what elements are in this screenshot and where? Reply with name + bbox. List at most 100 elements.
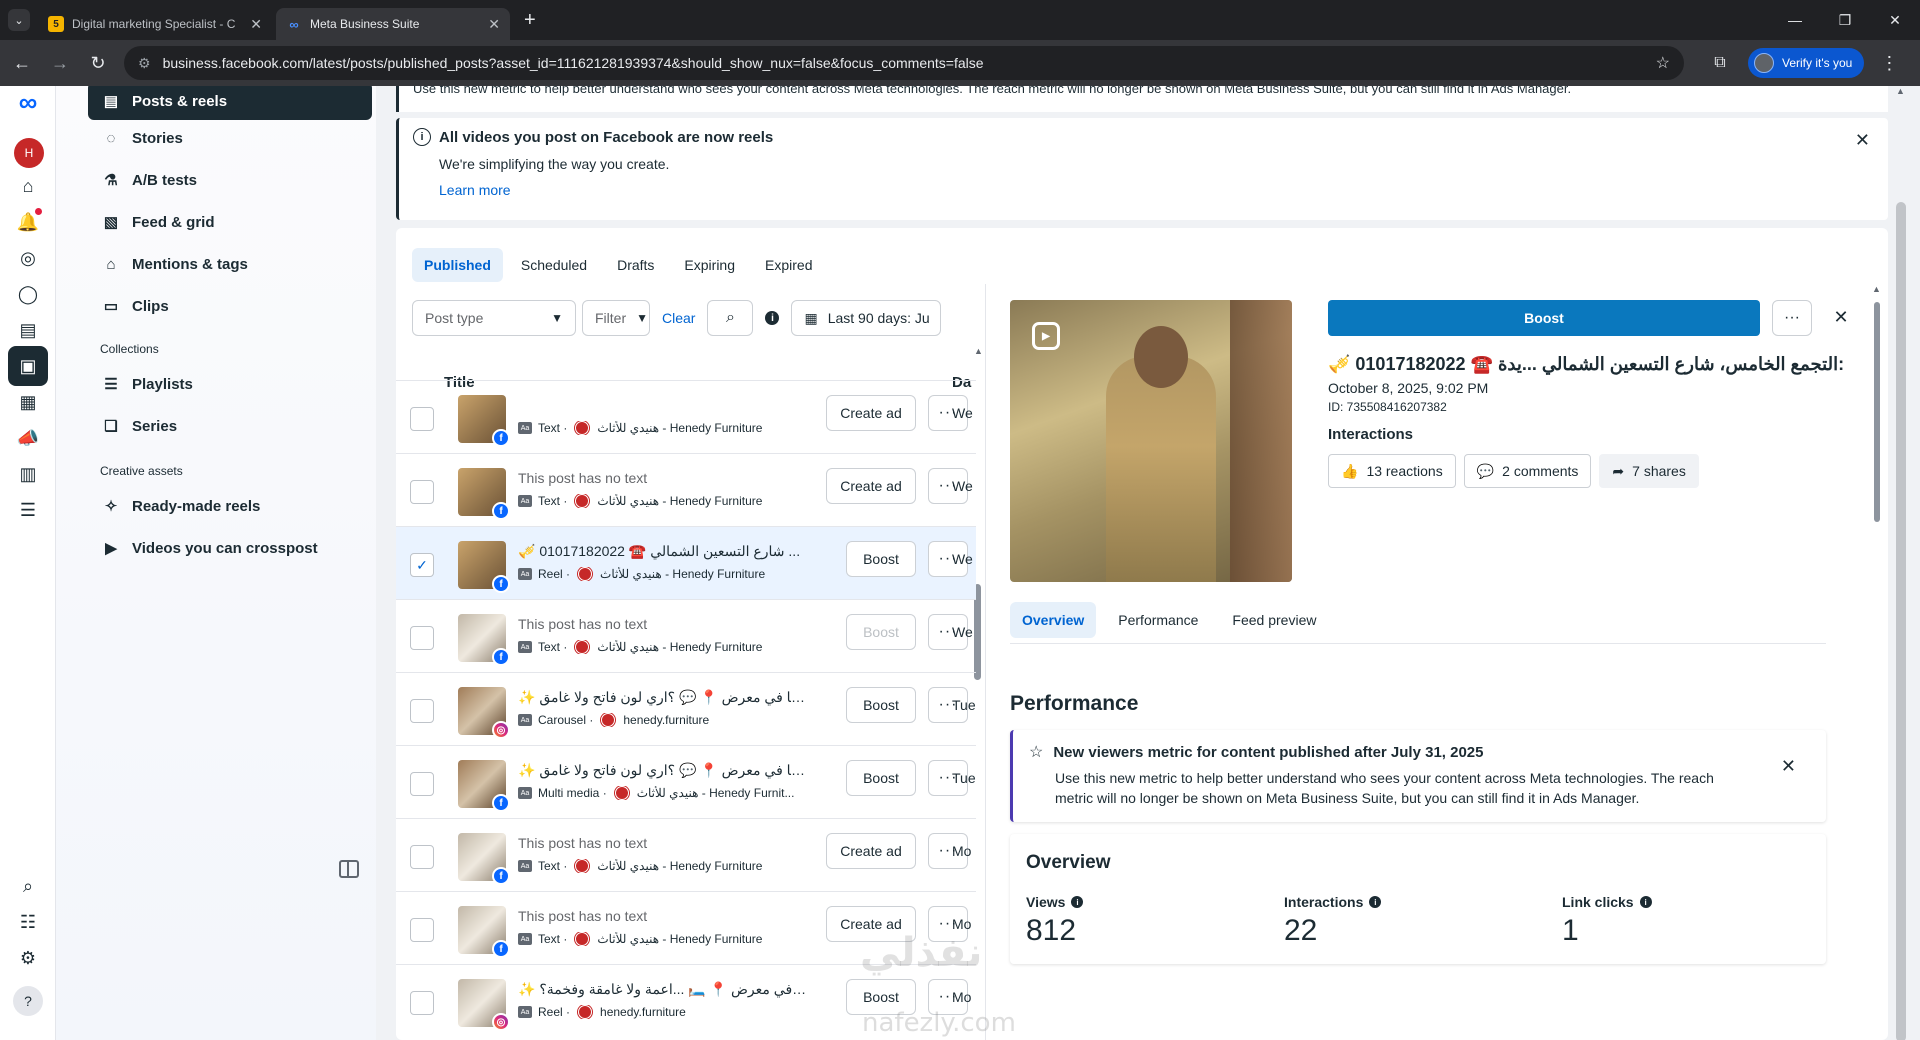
sidebar-item-feed-grid[interactable]: ▧ Feed & grid [88,204,372,240]
shares-chip[interactable]: ➦ 7 shares [1599,454,1699,488]
reload-icon[interactable]: ↻ [82,47,114,79]
comments-chip[interactable]: 💬 2 comments [1463,454,1592,488]
scroll-up-arrow[interactable]: ▲ [974,346,983,356]
close-detail-icon[interactable]: ✕ [1826,302,1856,332]
insights-icon[interactable]: ▥ [14,460,42,488]
sidebar-item-ab-tests[interactable]: ⚗ A/B tests [88,162,372,198]
notifications-icon[interactable]: 🔔 [14,208,42,236]
page-avatar-icon[interactable]: H [14,138,44,168]
table-row[interactable]: f Aa Text · هنيدي للأثاث - Henedy Furniture… [396,380,976,453]
browser-tab-1[interactable]: ∞ Meta Business Suite ✕ [276,8,510,40]
sidebar-item-series[interactable]: ❏ Series [88,408,372,444]
table-row[interactable]: f This post has no text Aa Text · هنيدي للأث… [396,599,976,672]
post-video-thumbnail[interactable]: ▶ [1010,300,1292,582]
post-type-select[interactable]: Post type ▼ [412,300,576,336]
bookmark-star-icon[interactable]: ☆ [1656,53,1670,73]
sidebar-item-clips[interactable]: ▭ Clips [88,288,372,324]
info-icon[interactable]: i [765,311,780,325]
row-checkbox[interactable] [410,918,434,942]
detail-scroll-up-arrow[interactable]: ▲ [1872,284,1881,294]
extensions-icon[interactable]: ⧉ [1704,47,1736,79]
tab-feed-preview[interactable]: Feed preview [1220,602,1328,638]
row-checkbox[interactable]: ✓ [410,553,434,577]
verify-profile-button[interactable]: Verify it's you [1748,48,1865,78]
ads-megaphone-icon[interactable]: 📣 [14,424,42,452]
create-ad-button[interactable]: Create ad [826,833,916,869]
create-ad-button[interactable]: Create ad [826,395,916,431]
table-row[interactable]: ✓ f 🎺 01017182022 ☎️ شارع التسعين الشمالي … [396,526,976,599]
reactions-chip[interactable]: 👍 13 reactions [1328,454,1456,488]
tab-expiring[interactable]: Expiring [672,248,747,282]
create-ad-button[interactable]: Create ad [826,468,916,504]
sidebar-item-stories[interactable]: ◌ Stories [88,120,372,156]
minimize-icon[interactable]: — [1770,0,1820,40]
sidebar-item-playlists[interactable]: ☰ Playlists [88,366,372,402]
tab-performance[interactable]: Performance [1106,602,1210,638]
table-row[interactable]: f This post has no text Aa Text · هنيدي للأث… [396,818,976,891]
home-icon[interactable]: ⌂ [14,172,42,200]
clear-filters-link[interactable]: Clear [662,310,695,326]
close-window-icon[interactable]: ✕ [1870,0,1920,40]
back-icon[interactable]: ← [6,47,38,79]
page-scrollbar[interactable] [1896,202,1906,1040]
collapse-sidebar-icon[interactable] [339,860,359,878]
all-tools-icon[interactable]: ☰ [14,496,42,524]
browser-tab-0[interactable]: 5 Digital marketing Specialist - C ✕ [38,8,272,40]
settings-icon[interactable]: ⚙ [14,944,42,972]
boost-button[interactable]: Boost [846,687,916,723]
detail-scrollbar[interactable] [1874,302,1880,522]
address-bar[interactable]: ⚙ business.facebook.com/latest/posts/pub… [124,46,1684,80]
inbox-icon[interactable]: ◯ [14,280,42,308]
profile-card-icon[interactable]: ▤ [14,316,42,344]
tab-search-button[interactable]: ⌄ [8,9,30,31]
info-icon[interactable]: i [1071,896,1084,908]
table-row[interactable]: f This post has no text Aa Text · هنيدي للأث… [396,453,976,526]
tab-published[interactable]: Published [412,248,503,282]
close-notice-icon[interactable]: ✕ [1855,130,1870,151]
table-row[interactable]: f ✨ زورنا في معرض 📍 💬 ؟اري لون فاتح ولا غ… [396,745,976,818]
sidebar-item-posts-reels[interactable]: ▤ Posts & reels [88,86,372,120]
site-info-icon[interactable]: ⚙ [138,55,151,72]
filter-select[interactable]: Filter ▼ [582,300,650,336]
sidebar-item-crosspost-videos[interactable]: ▶ Videos you can crosspost [88,530,372,566]
boost-button[interactable]: Boost [846,760,916,796]
list-icon[interactable]: ☷ [14,908,42,936]
boost-button[interactable]: Boost [846,541,916,577]
tab-close-icon[interactable]: ✕ [488,16,500,33]
tab-scheduled[interactable]: Scheduled [509,248,599,282]
new-tab-button[interactable]: + [524,9,536,32]
compass-icon[interactable]: ◎ [14,244,42,272]
forward-icon[interactable]: → [44,47,76,79]
content-icon[interactable]: ▣ [8,346,48,386]
row-checkbox[interactable] [410,845,434,869]
row-checkbox[interactable] [410,699,434,723]
learn-more-link[interactable]: Learn more [439,182,1870,198]
help-icon[interactable]: ? [13,986,43,1016]
sidebar-item-ready-made-reels[interactable]: ✧ Ready-made reels [88,488,372,524]
boost-button[interactable]: Boost [1328,300,1760,336]
search-button[interactable]: ⌕ [707,300,754,336]
row-checkbox[interactable] [410,407,434,431]
more-options-button[interactable]: ··· [1772,300,1812,336]
tab-drafts[interactable]: Drafts [605,248,666,282]
tab-close-icon[interactable]: ✕ [250,16,262,33]
search-icon[interactable]: ⌕ [14,872,42,900]
boost-button[interactable]: Boost [846,614,916,650]
close-new-viewers-icon[interactable]: ✕ [1781,756,1796,777]
restore-icon[interactable]: ❐ [1820,0,1870,40]
row-checkbox[interactable] [410,480,434,504]
row-checkbox[interactable] [410,991,434,1015]
sidebar-item-mentions-tags[interactable]: ⌂ Mentions & tags [88,246,372,282]
planner-icon[interactable]: ▦ [14,388,42,416]
meta-logo-icon[interactable]: ∞ [14,87,42,117]
info-icon[interactable]: i [1639,896,1652,908]
tab-overview[interactable]: Overview [1010,602,1097,638]
info-icon[interactable]: i [1369,896,1382,908]
browser-menu-icon[interactable]: ⋮ [1880,53,1898,74]
tab-expired[interactable]: Expired [753,248,824,282]
date-range-picker[interactable]: ▦ Last 90 days: Ju [791,300,942,336]
row-checkbox[interactable] [410,626,434,650]
table-row[interactable]: ◎ ✨ زورنا في معرض 📍 💬 ؟اري لون فاتح ولا غ… [396,672,976,745]
row-checkbox[interactable] [410,772,434,796]
page-scroll-up-arrow[interactable]: ▲ [1896,86,1905,96]
